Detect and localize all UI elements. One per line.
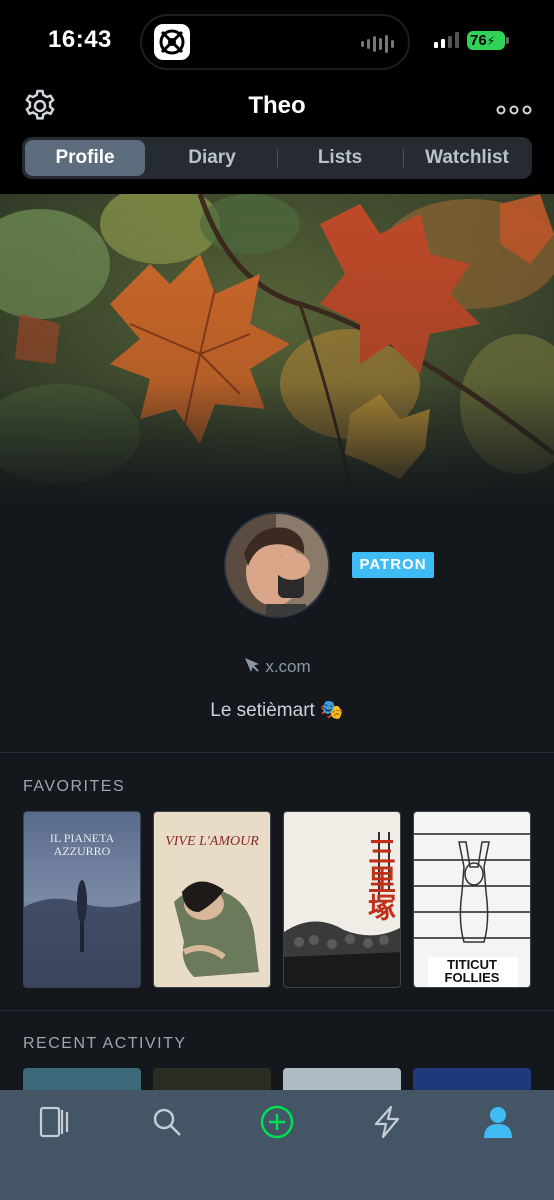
tab-watchlist[interactable]: Watchlist: [404, 140, 530, 176]
favorite-poster-1[interactable]: IL PIANETA AZZURRO: [23, 811, 141, 988]
patron-badge: PATRON: [352, 552, 434, 578]
profile-tabs: Profile Diary Lists Watchlist: [22, 137, 532, 179]
favorites-heading: FAVORITES: [23, 778, 126, 795]
poster-title-line: AZZURRO: [53, 844, 111, 858]
favorite-poster-4[interactable]: TITICUT FOLLIES: [413, 811, 531, 988]
activity-icon[interactable]: [369, 1104, 405, 1140]
app-activity-icon: [154, 24, 190, 60]
section-divider: [0, 752, 554, 753]
recent-activity-heading: RECENT ACTIVITY: [23, 1035, 187, 1052]
favorite-poster-2[interactable]: VIVE L'AMOUR: [153, 811, 271, 988]
section-divider: [0, 1010, 554, 1011]
profile-icon[interactable]: [480, 1104, 516, 1140]
bottom-tab-bar: [0, 1090, 554, 1200]
tab-profile[interactable]: Profile: [25, 140, 145, 176]
poster-title-line: FOLLIES: [444, 970, 500, 985]
ellipsis-icon[interactable]: [496, 102, 532, 115]
status-time: 16:43: [48, 26, 112, 53]
page-title: Theo: [248, 92, 306, 119]
status-bar: 16:43 76⚡: [0, 0, 554, 82]
favorite-poster-3[interactable]: 三里塚: [283, 811, 401, 988]
battery-tip: [506, 37, 509, 44]
tab-lists[interactable]: Lists: [278, 140, 402, 176]
search-icon[interactable]: [149, 1104, 185, 1140]
website-link[interactable]: x.com: [0, 656, 554, 679]
website-text: x.com: [265, 657, 311, 676]
poster-title-line: 三里塚: [364, 837, 397, 921]
profile-header: Theo Profile Diary Lists Watchlist: [0, 82, 554, 194]
dynamic-island[interactable]: [140, 14, 410, 70]
avatar[interactable]: [224, 512, 330, 618]
poster-title-line: VIVE L'AMOUR: [165, 834, 259, 849]
add-icon[interactable]: [259, 1104, 295, 1140]
tab-diary[interactable]: Diary: [150, 140, 274, 176]
films-icon[interactable]: [38, 1104, 74, 1140]
profile-bio: Le setièmart 🎭: [210, 700, 344, 721]
charging-bolt-icon: ⚡: [486, 34, 496, 48]
cellular-signal-icon: [434, 32, 459, 48]
battery-level: 76: [470, 32, 487, 49]
audio-wave-icon: [361, 34, 394, 54]
cursor-arrow-icon: [243, 656, 261, 679]
profile-backdrop-image: [0, 194, 554, 506]
battery-indicator: 76⚡: [467, 31, 505, 50]
